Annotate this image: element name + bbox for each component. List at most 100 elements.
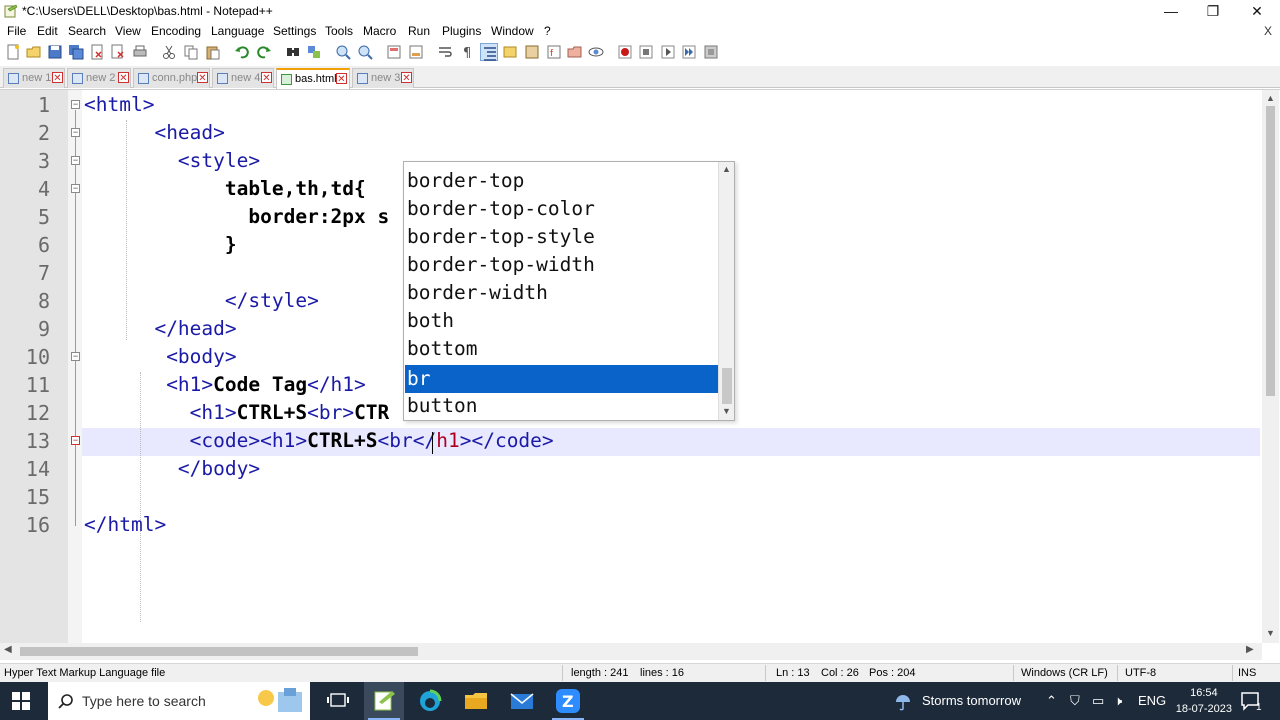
autocomplete-item[interactable]: border-top-color: [405, 195, 718, 223]
print-icon[interactable]: [131, 43, 149, 61]
vertical-scrollbar[interactable]: ▲ ▼: [1262, 90, 1279, 643]
menu-plugins[interactable]: Plugins: [442, 24, 481, 38]
menu-encoding[interactable]: Encoding: [151, 24, 201, 38]
tab-close-icon[interactable]: ✕: [197, 72, 208, 84]
run-macro-multiple-icon[interactable]: [680, 43, 698, 61]
zoom-in-icon[interactable]: [334, 43, 352, 61]
replace-icon[interactable]: [305, 43, 323, 61]
windows-start-icon[interactable]: [12, 692, 30, 710]
zoom-app-icon[interactable]: Z: [554, 688, 582, 714]
scroll-thumb[interactable]: [20, 647, 418, 656]
indent-guide-icon[interactable]: [480, 43, 498, 61]
code-line[interactable]: <head>: [84, 119, 224, 147]
scroll-up-icon[interactable]: ▲: [1266, 93, 1275, 103]
autocomplete-scrollbar[interactable]: ▲ ▼: [718, 162, 734, 420]
code-line[interactable]: }: [84, 231, 237, 259]
autocomplete-item[interactable]: border-top-style: [405, 223, 718, 251]
close-icon[interactable]: [88, 43, 106, 61]
task-view-icon[interactable]: [324, 688, 352, 714]
scroll-down-icon[interactable]: ▼: [722, 406, 731, 416]
menu-run[interactable]: Run: [408, 24, 430, 38]
menu-search[interactable]: Search: [68, 24, 106, 38]
menu-tools[interactable]: Tools: [325, 24, 353, 38]
code-line[interactable]: <html>: [84, 91, 154, 119]
menu-edit[interactable]: Edit: [37, 24, 58, 38]
show-all-chars-icon[interactable]: ¶: [458, 43, 476, 61]
sync-vertical-icon[interactable]: [385, 43, 403, 61]
scroll-down-icon[interactable]: ▼: [1266, 628, 1275, 638]
tab-bas-html[interactable]: bas.html ✕: [276, 68, 350, 89]
copy-icon[interactable]: [182, 43, 200, 61]
menu-language[interactable]: Language: [211, 24, 264, 38]
close-all-icon[interactable]: [109, 43, 127, 61]
save-all-icon[interactable]: [67, 43, 85, 61]
weather-storm-icon[interactable]: [892, 690, 914, 712]
code-line[interactable]: <code><h1>CTRL+S<br</h1></code>: [84, 427, 554, 455]
find-icon[interactable]: [284, 43, 302, 61]
scroll-thumb[interactable]: [722, 368, 732, 404]
autocomplete-popup[interactable]: border-top border-top-color border-top-s…: [403, 161, 735, 421]
function-list-icon[interactable]: f: [545, 43, 563, 61]
code-line[interactable]: </style>: [84, 287, 319, 315]
maximize-button[interactable]: ❐: [1192, 0, 1234, 22]
tab-close-icon[interactable]: ✕: [401, 72, 412, 84]
sync-horizontal-icon[interactable]: [407, 43, 425, 61]
fold-toggle-icon[interactable]: −: [71, 128, 80, 137]
menu-macro[interactable]: Macro: [363, 24, 396, 38]
code-line[interactable]: <h1>Code Tag</h1>: [84, 371, 366, 399]
fold-toggle-icon[interactable]: −: [71, 352, 80, 361]
redo-icon[interactable]: [255, 43, 273, 61]
paste-icon[interactable]: [204, 43, 222, 61]
save-macro-icon[interactable]: [702, 43, 720, 61]
taskbar-search-box[interactable]: Type here to search: [48, 682, 310, 720]
autocomplete-item-selected[interactable]: br: [405, 365, 718, 393]
stop-record-icon[interactable]: [637, 43, 655, 61]
taskbar-notepadpp-active[interactable]: [364, 682, 404, 720]
mail-icon[interactable]: [508, 688, 536, 714]
weather-label[interactable]: Storms tomorrow: [922, 693, 1021, 708]
user-language-icon[interactable]: [501, 43, 519, 61]
edge-browser-icon[interactable]: [416, 688, 444, 714]
zoom-out-icon[interactable]: [356, 43, 374, 61]
code-line[interactable]: <style>: [84, 147, 260, 175]
save-icon[interactable]: [46, 43, 64, 61]
tab-new-2[interactable]: new 2 ✕: [67, 68, 131, 88]
code-editor[interactable]: 1 2 3 4 5 6 7 8 9 10 11 12 13 14 15 16 −…: [0, 89, 1280, 660]
file-explorer-icon[interactable]: [462, 688, 490, 714]
tab-close-icon[interactable]: ✕: [261, 72, 272, 84]
volume-icon[interactable]: 🕨: [1114, 693, 1122, 709]
code-line[interactable]: table,th,td{: [84, 175, 366, 203]
security-icon[interactable]: ⛉: [1070, 693, 1080, 709]
autocomplete-item[interactable]: bottom: [405, 335, 718, 363]
record-macro-icon[interactable]: [616, 43, 634, 61]
cut-icon[interactable]: [160, 43, 178, 61]
scroll-up-icon[interactable]: ▲: [722, 164, 731, 174]
menu-help[interactable]: ?: [544, 24, 551, 38]
minimize-button[interactable]: —: [1150, 0, 1192, 22]
battery-icon[interactable]: ▭: [1092, 693, 1104, 709]
fold-toggle-icon[interactable]: −: [71, 156, 80, 165]
menu-view[interactable]: View: [115, 24, 141, 38]
scroll-thumb[interactable]: [1266, 106, 1275, 396]
tab-new-4[interactable]: new 4 ✕: [212, 68, 274, 88]
menu-settings[interactable]: Settings: [273, 24, 316, 38]
undo-icon[interactable]: [233, 43, 251, 61]
new-file-icon[interactable]: [4, 43, 22, 61]
autocomplete-item[interactable]: border-width: [405, 279, 718, 307]
tab-close-icon[interactable]: ✕: [52, 72, 63, 84]
code-line[interactable]: <body>: [84, 343, 236, 371]
horizontal-scrollbar[interactable]: ◀ ▶: [0, 643, 1262, 660]
folder-workspace-icon[interactable]: [566, 43, 584, 61]
close-document-button[interactable]: X: [1264, 24, 1272, 38]
language-indicator[interactable]: ENG: [1138, 693, 1166, 708]
show-hidden-icons-icon[interactable]: ⌃: [1046, 693, 1057, 709]
close-window-button[interactable]: ✕: [1236, 0, 1278, 22]
fold-toggle-icon[interactable]: −: [71, 184, 80, 193]
code-line[interactable]: </html>: [84, 511, 166, 539]
code-line[interactable]: <h1>CTRL+S<br>CTR: [84, 399, 390, 427]
monitoring-icon[interactable]: [587, 43, 605, 61]
document-map-icon[interactable]: [523, 43, 541, 61]
menu-window[interactable]: Window: [491, 24, 534, 38]
tab-close-icon[interactable]: ✕: [336, 73, 347, 85]
word-wrap-icon[interactable]: [436, 43, 454, 61]
